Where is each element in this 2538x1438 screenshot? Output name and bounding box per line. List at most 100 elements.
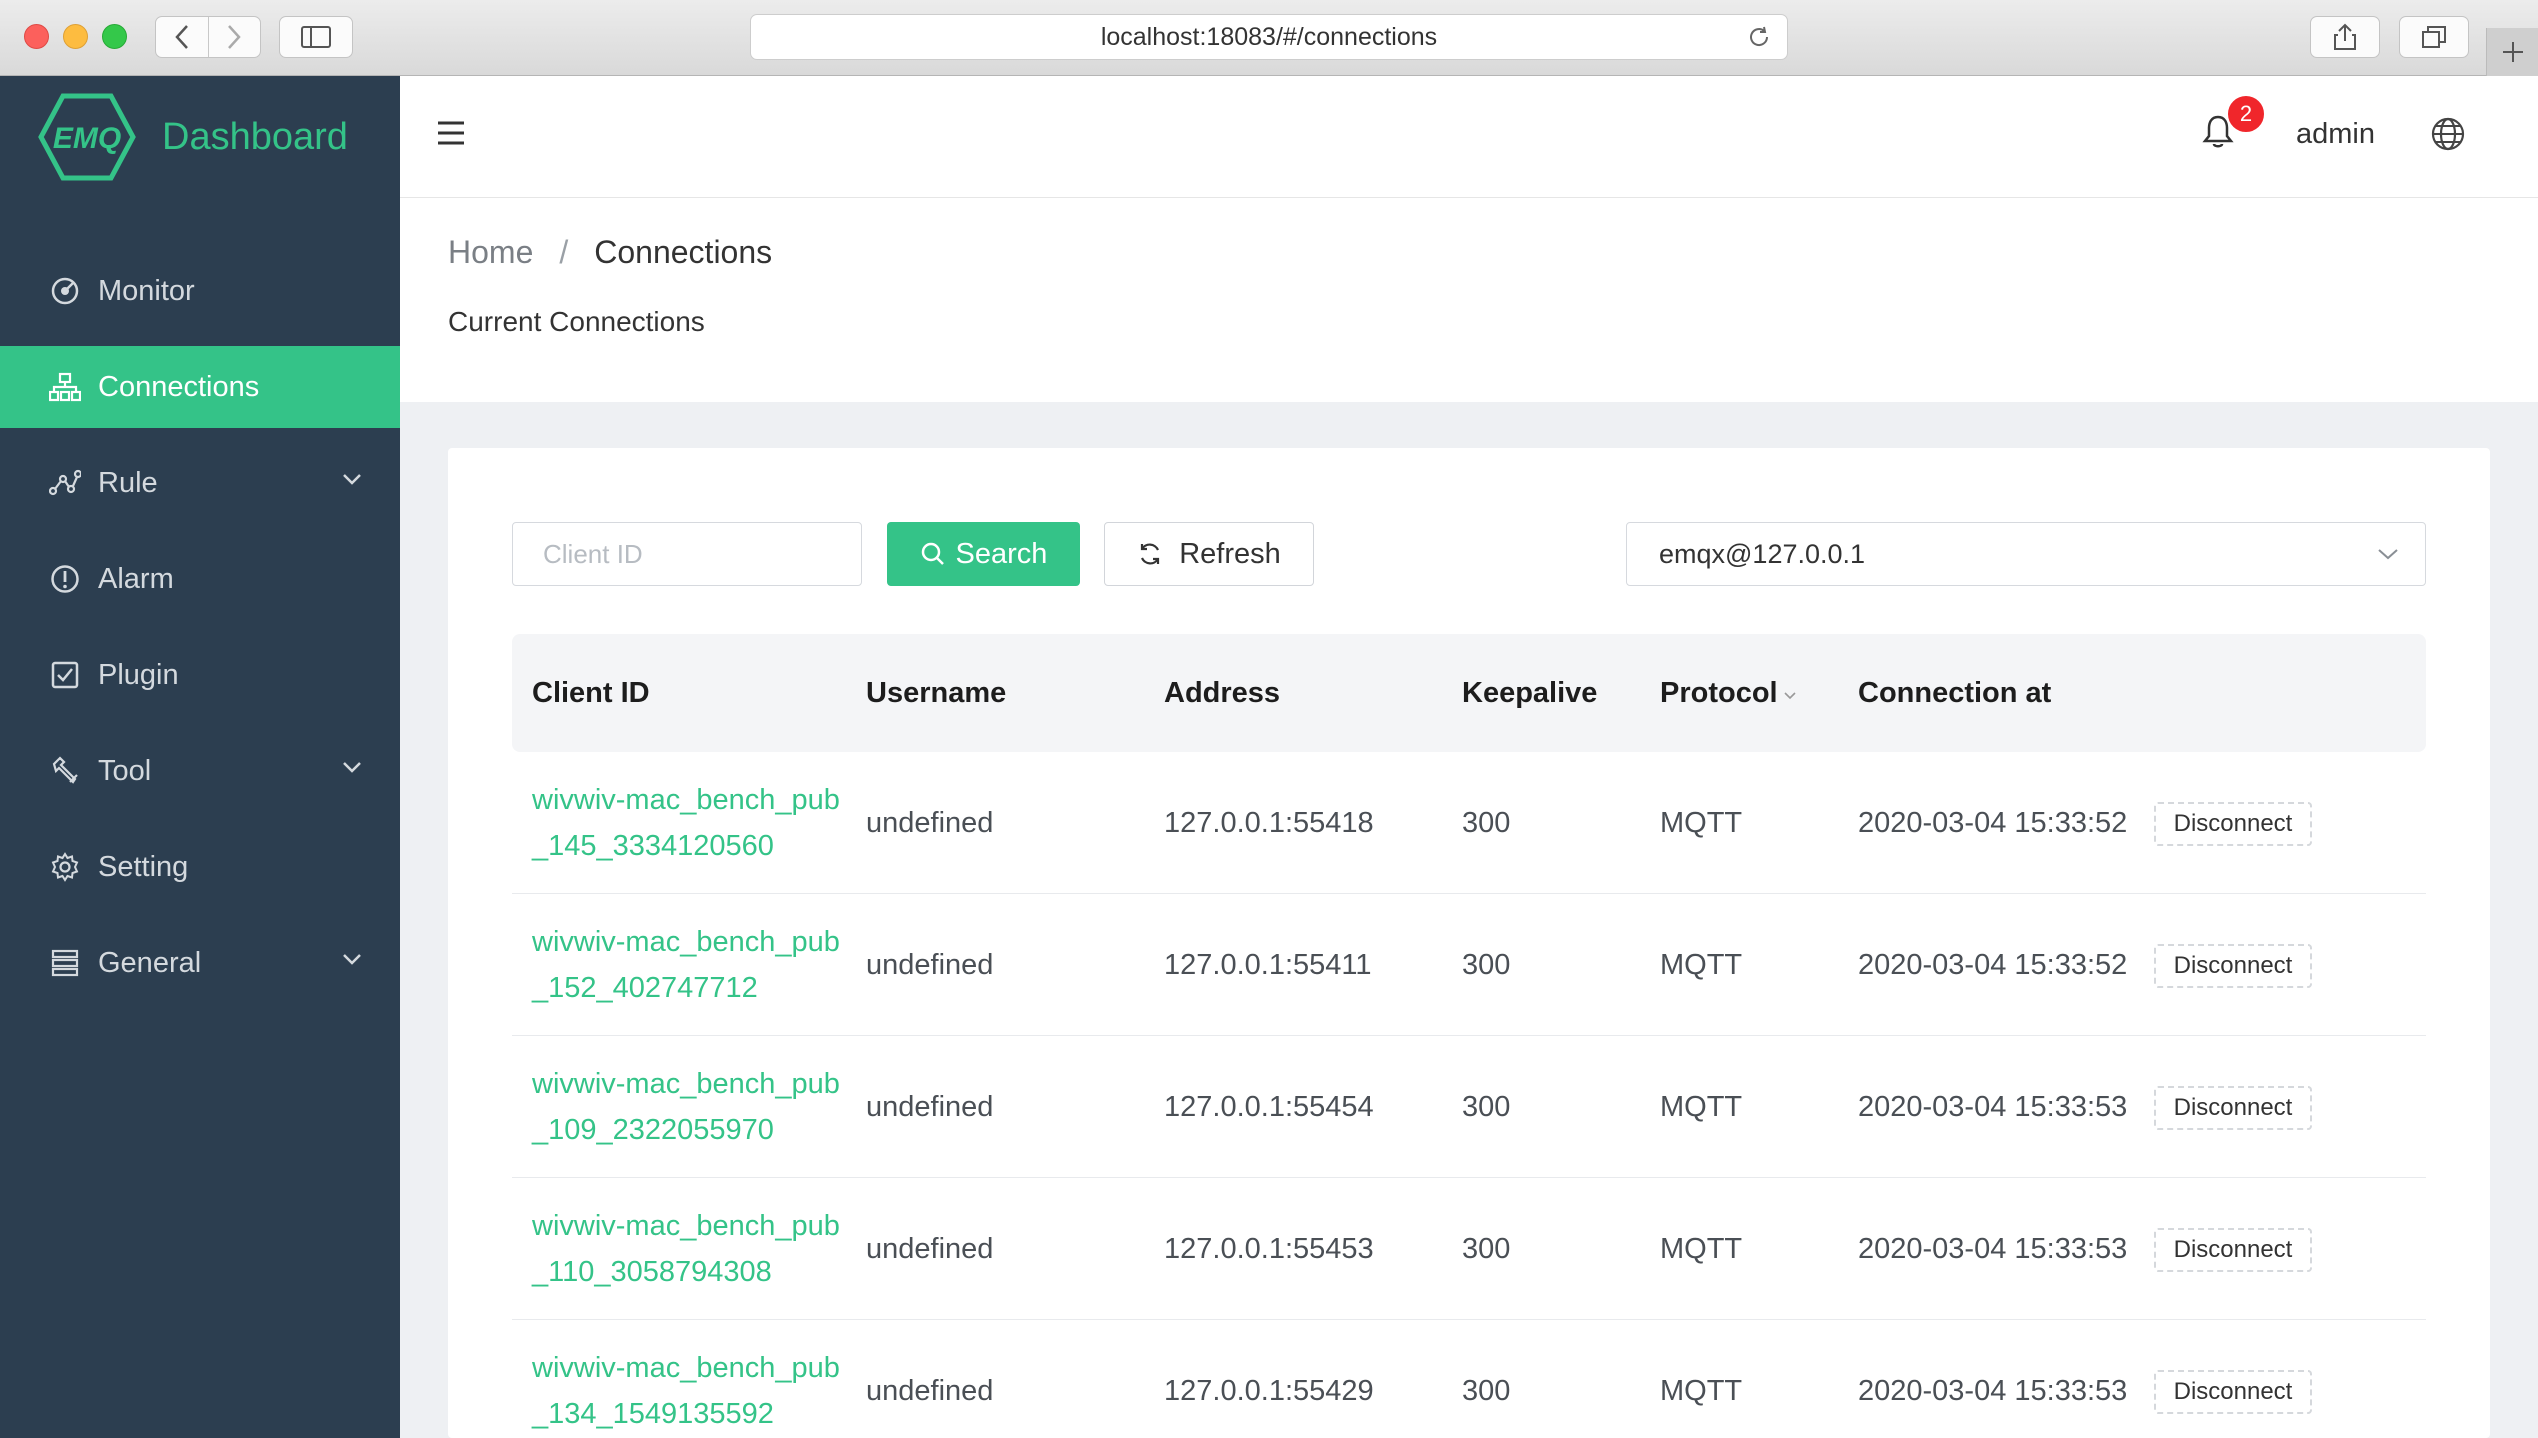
protocol-cell: MQTT: [1660, 1090, 1743, 1123]
chevron-left-icon: [175, 25, 188, 49]
sidebar-item-label: Rule: [98, 466, 158, 499]
connected-at-cell: 2020-03-04 15:33:53: [1858, 1374, 2128, 1407]
sidebar-item-label: Plugin: [98, 658, 179, 691]
sidebar-icon: [301, 26, 331, 48]
node-select-value: emqx@127.0.0.1: [1659, 538, 1866, 569]
client-id-search-input[interactable]: [512, 522, 862, 586]
tabs-icon: [2422, 26, 2446, 48]
sidebar-menu: Monitor Connections Rule Alarm Plugin To…: [0, 250, 400, 1018]
address-cell: 127.0.0.1:55453: [1164, 1232, 1374, 1265]
username-cell: undefined: [866, 1090, 994, 1123]
back-button[interactable]: [156, 17, 208, 57]
address-cell: 127.0.0.1:55418: [1164, 806, 1374, 839]
address-cell: 127.0.0.1:55454: [1164, 1090, 1374, 1123]
breadcrumb-home[interactable]: Home: [448, 234, 533, 271]
plus-icon: [2502, 42, 2523, 62]
notification-badge: 2: [2226, 94, 2266, 134]
window-minimize-button[interactable]: [63, 24, 88, 49]
protocol-cell: MQTT: [1660, 806, 1743, 839]
disconnect-button[interactable]: Disconnect: [2154, 1370, 2312, 1414]
window-close-button[interactable]: [24, 24, 49, 49]
tabs-overview-button[interactable]: [2399, 16, 2469, 58]
chevron-down-icon: [343, 474, 361, 485]
sidebar-item-general[interactable]: General: [0, 922, 400, 1004]
sidebar-item-label: Monitor: [98, 274, 195, 307]
globe-icon: [2431, 117, 2465, 151]
refresh-button-label: Refresh: [1179, 537, 1281, 570]
top-header: 2 admin: [400, 76, 2538, 198]
table-row: wivwiv-mac_bench_pub_109_2322055970 unde…: [512, 1036, 2426, 1178]
sidebar-item-connections[interactable]: Connections: [0, 346, 400, 428]
client-id-link[interactable]: wivwiv-mac_bench_pub_145_3334120560: [532, 752, 842, 894]
sidebar-item-alarm[interactable]: Alarm: [0, 538, 400, 620]
share-icon: [2334, 23, 2356, 50]
window-zoom-button[interactable]: [102, 24, 127, 49]
refresh-icon: [1141, 543, 1160, 565]
username-cell: undefined: [866, 806, 994, 839]
logo[interactable]: EMQ Dashboard: [38, 92, 348, 182]
sidebar-toggle-button[interactable]: [279, 16, 353, 58]
disconnect-button[interactable]: Disconnect: [2154, 1228, 2312, 1272]
username-cell: undefined: [866, 1374, 994, 1407]
logo-text: Dashboard: [162, 115, 348, 158]
logo-mark: EMQ: [53, 122, 121, 155]
client-id-link[interactable]: wivwiv-mac_bench_pub_134_1549135592: [532, 1320, 842, 1438]
column-header-address: Address: [1164, 676, 1281, 709]
sidebar-item-label: Setting: [98, 850, 189, 883]
connected-at-cell: 2020-03-04 15:33:53: [1858, 1090, 2128, 1123]
connected-at-cell: 2020-03-04 15:33:52: [1858, 806, 2128, 839]
caret-down-icon: [1784, 692, 1796, 700]
search-button[interactable]: Search: [887, 522, 1080, 586]
protocol-cell: MQTT: [1660, 948, 1743, 981]
sidebar-item-tool[interactable]: Tool: [0, 730, 400, 812]
connected-at-cell: 2020-03-04 15:33:53: [1858, 1232, 2128, 1265]
search-button-label: Search: [955, 537, 1048, 570]
new-tab-button[interactable]: [2486, 28, 2538, 76]
table-row: wivwiv-mac_bench_pub_145_3334120560 unde…: [512, 752, 2426, 894]
chevron-down-icon: [2378, 549, 2398, 560]
chevron-down-icon: [343, 954, 361, 965]
sidebar-item-label: Alarm: [98, 562, 174, 595]
keepalive-cell: 300: [1462, 1232, 1511, 1265]
sidebar-item-plugin[interactable]: Plugin: [0, 634, 400, 716]
sidebar-item-label: Tool: [98, 754, 152, 787]
protocol-cell: MQTT: [1660, 1232, 1743, 1265]
disconnect-button[interactable]: Disconnect: [2154, 1086, 2312, 1130]
disconnect-button[interactable]: Disconnect: [2154, 802, 2312, 846]
keepalive-cell: 300: [1462, 948, 1511, 981]
client-id-link[interactable]: wivwiv-mac_bench_pub_152_402747712: [532, 894, 842, 1036]
sidebar-item-monitor[interactable]: Monitor: [0, 250, 400, 332]
page-header: Home / Connections Current Connections: [400, 198, 2538, 402]
menu-toggle-button[interactable]: [436, 120, 466, 151]
column-header-keepalive: Keepalive: [1462, 676, 1598, 709]
language-button[interactable]: [2430, 116, 2466, 157]
sidebar-item-setting[interactable]: Setting: [0, 826, 400, 908]
username-cell: undefined: [866, 1232, 994, 1265]
client-id-link[interactable]: wivwiv-mac_bench_pub_110_3058794308: [532, 1178, 842, 1320]
disconnect-button[interactable]: Disconnect: [2154, 944, 2312, 988]
alarm-icon: [48, 562, 82, 596]
address-cell: 127.0.0.1:55429: [1164, 1374, 1374, 1407]
column-header-protocol[interactable]: Protocol: [1660, 634, 1798, 752]
refresh-button[interactable]: Refresh: [1104, 522, 1314, 586]
column-header-connection-at: Connection at: [1858, 676, 2052, 709]
address-cell: 127.0.0.1:55411: [1164, 948, 1372, 981]
client-id-link[interactable]: wivwiv-mac_bench_pub_109_2322055970: [532, 1036, 842, 1178]
user-menu[interactable]: admin: [2296, 118, 2375, 151]
forward-button[interactable]: [207, 17, 261, 57]
address-bar[interactable]: localhost:18083/#/connections: [750, 14, 1788, 60]
tool-icon: [48, 754, 82, 788]
share-button[interactable]: [2310, 16, 2380, 58]
page-title: Current Connections: [448, 306, 705, 337]
sidebar-item-rule[interactable]: Rule: [0, 442, 400, 524]
emq-logo-icon: EMQ: [38, 93, 136, 181]
table-header: Client ID Username Address Keepalive Pro…: [512, 634, 2426, 752]
node-select[interactable]: emqx@127.0.0.1: [1626, 522, 2426, 586]
column-header-protocol-label: Protocol: [1660, 676, 1778, 709]
hamburger-icon: [438, 121, 464, 145]
chevron-down-icon: [343, 762, 361, 773]
column-header-client-id: Client ID: [532, 676, 650, 709]
browser-toolbar: localhost:18083/#/connections: [0, 0, 2538, 76]
reload-icon[interactable]: [1747, 25, 1771, 56]
connections-card: Search Refresh emqx@127.0.0.1 Client ID …: [448, 448, 2490, 1438]
